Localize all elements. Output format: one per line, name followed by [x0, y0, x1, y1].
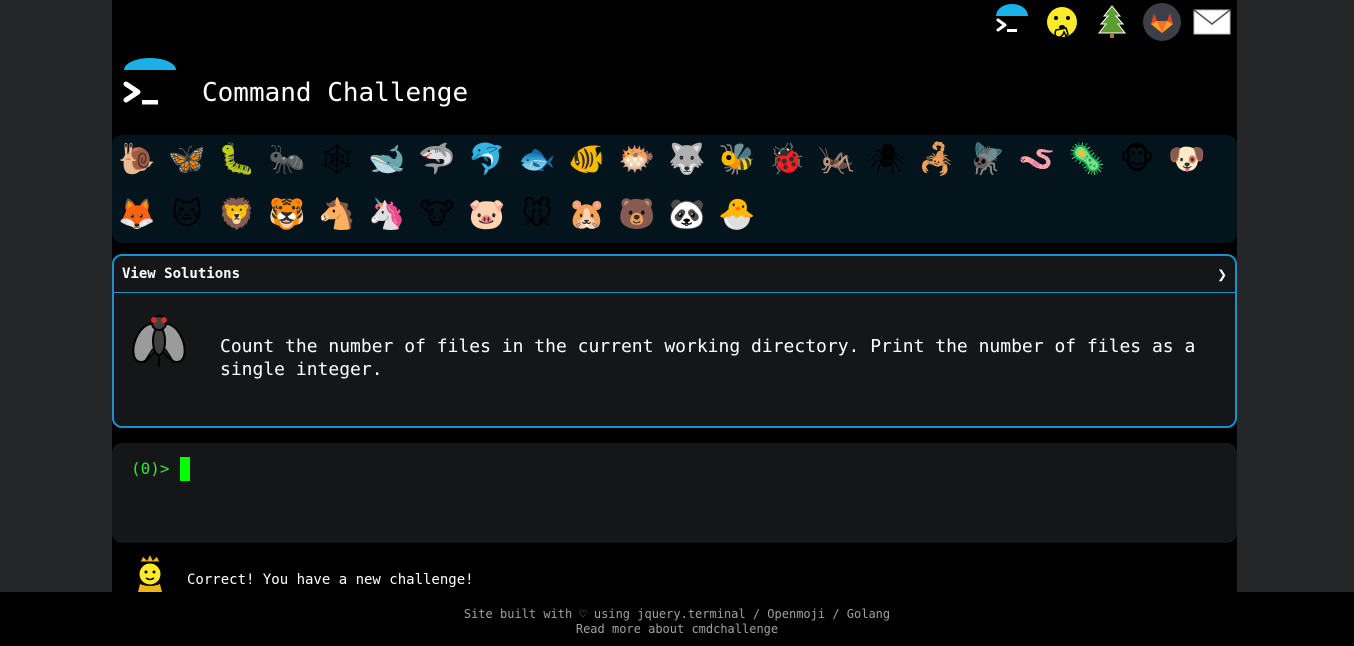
- envelope-icon[interactable]: [1191, 1, 1233, 43]
- challenge-body: Count the number of files in the current…: [114, 293, 1235, 425]
- challenge-caterpillar-icon[interactable]: 🐛: [217, 140, 257, 180]
- challenge-fly-icon[interactable]: 🪰: [967, 140, 1007, 180]
- terminal-prompt: (0)>: [131, 459, 170, 478]
- challenge-tropical-fish-icon[interactable]: 🐠: [567, 140, 607, 180]
- challenge-lion-icon[interactable]: 🦁: [217, 195, 257, 235]
- challenge-snail-icon[interactable]: 🐌: [117, 140, 157, 180]
- challenge-panel: View Solutions ❯ Count the number of fil…: [112, 254, 1237, 428]
- challenge-shark-icon[interactable]: 🦈: [417, 140, 457, 180]
- terminal-logo-icon[interactable]: [991, 1, 1033, 43]
- main-container: Command Challenge 🐌 🦋 🐛 🐜 🕸 🐋 🦈 🐬 🐟 🐠 🐡 🐺 🐝 🐞 🦗 🕷 🦂 🪰 🪱 🦠 🐵 🐶…: [112, 0, 1237, 592]
- challenge-cow-icon[interactable]: 🐮: [417, 195, 457, 235]
- view-solutions-label: View Solutions: [122, 266, 241, 282]
- challenge-hamster-icon[interactable]: 🐹: [567, 195, 607, 235]
- footer: Site built with ♡ using jquery.terminal …: [0, 592, 1354, 646]
- top-nav-icons: [991, 0, 1233, 44]
- challenge-panda-icon[interactable]: 🐼: [667, 195, 707, 235]
- challenge-horse-icon[interactable]: 🐴: [317, 195, 357, 235]
- shushing-face-icon[interactable]: [1041, 1, 1083, 43]
- challenge-wolf-icon[interactable]: 🐺: [667, 140, 707, 180]
- challenge-fish-icon[interactable]: 🐟: [517, 140, 557, 180]
- gitlab-fox-icon[interactable]: [1141, 1, 1183, 43]
- chevron-right-icon: ❯: [1217, 264, 1227, 284]
- challenge-mouse-icon[interactable]: 🐭: [517, 195, 557, 235]
- footer-read-more-link[interactable]: Read more about cmdchallenge: [0, 622, 1354, 637]
- challenge-unicorn-icon[interactable]: 🦄: [367, 195, 407, 235]
- terminal-cursor[interactable]: [180, 457, 190, 481]
- challenge-spider-icon[interactable]: 🕷: [867, 140, 907, 180]
- challenge-monkey-icon[interactable]: 🐵: [1117, 140, 1157, 180]
- challenge-butterfly-icon[interactable]: 🦋: [167, 140, 207, 180]
- challenge-scorpion-icon[interactable]: 🦂: [917, 140, 957, 180]
- challenge-ant-icon[interactable]: 🐜: [267, 140, 307, 180]
- challenge-dog-icon[interactable]: 🐶: [1167, 140, 1207, 180]
- challenge-whale-icon[interactable]: 🐋: [367, 140, 407, 180]
- challenge-blowfish-icon[interactable]: 🐡: [617, 140, 657, 180]
- princess-icon: [138, 552, 162, 592]
- challenge-spider-web-icon[interactable]: 🕸: [317, 140, 357, 180]
- terminal[interactable]: (0)>: [112, 443, 1237, 543]
- challenge-grid: 🐌 🦋 🐛 🐜 🕸 🐋 🦈 🐬 🐟 🐠 🐡 🐺 🐝 🐞 🦗 🕷 🦂 🪰 🪱 🦠 🐵 🐶 🦊 🐱 🦁 🐯 🐴 🦄 🐮 🐷 🐭 🐹 🐻 🐼 🐣: [112, 135, 1237, 243]
- view-solutions-toggle[interactable]: View Solutions ❯: [114, 256, 1235, 293]
- challenge-worm-icon[interactable]: 🪱: [1017, 140, 1057, 180]
- challenge-hatching-chick-icon[interactable]: 🐣: [717, 195, 757, 235]
- challenge-cat-icon[interactable]: 🐱: [167, 195, 207, 235]
- fly-icon: [132, 315, 186, 367]
- challenge-bee-icon[interactable]: 🐝: [717, 140, 757, 180]
- footer-credits: Site built with ♡ using jquery.terminal …: [463, 607, 891, 621]
- terminal-prompt-icon[interactable]: [122, 58, 178, 114]
- challenge-microbe-icon[interactable]: 🦠: [1067, 140, 1107, 180]
- challenge-question: Count the number of files in the current…: [220, 336, 1196, 380]
- challenge-ladybug-icon[interactable]: 🐞: [767, 140, 807, 180]
- page-title: Command Challenge: [202, 78, 469, 108]
- challenge-pig-icon[interactable]: 🐷: [467, 195, 507, 235]
- evergreen-tree-icon[interactable]: [1091, 1, 1133, 43]
- challenge-bear-icon[interactable]: 🐻: [617, 195, 657, 235]
- challenge-fox-icon[interactable]: 🦊: [117, 195, 157, 235]
- challenge-cricket-icon[interactable]: 🦗: [817, 140, 857, 180]
- challenge-tiger-icon[interactable]: 🐯: [267, 195, 307, 235]
- challenge-dolphin-icon[interactable]: 🐬: [467, 140, 507, 180]
- status-message: Correct! You have a new challenge!: [187, 572, 474, 588]
